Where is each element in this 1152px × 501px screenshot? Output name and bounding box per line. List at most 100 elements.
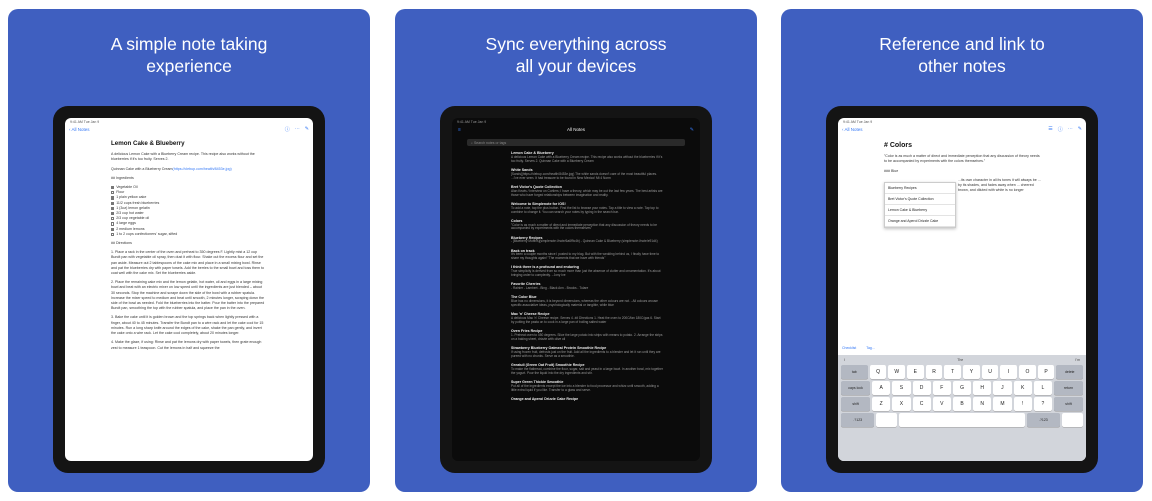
more-icon[interactable]: ⋯ bbox=[1068, 126, 1073, 133]
note-list-item[interactable]: Back on track It's been a couple months s… bbox=[511, 249, 664, 262]
note-list-item[interactable]: Mac 'n' Cheese Recipe A delicious Mac 'n'… bbox=[511, 312, 664, 325]
note-list-item[interactable]: Favorite Cherries - Rainier - Lambert - B… bbox=[511, 282, 664, 291]
checkbox-unchecked[interactable] bbox=[111, 222, 115, 226]
keyboard-suggestion[interactable]: The bbox=[957, 358, 963, 362]
key-123[interactable]: .?123 bbox=[1026, 413, 1061, 427]
new-note-icon[interactable]: ✎ bbox=[305, 126, 309, 133]
note-list-item[interactable]: Orange and Aperol Drizzle Cake Recipe bbox=[511, 397, 664, 402]
key-d[interactable]: D bbox=[912, 381, 931, 395]
space-key[interactable] bbox=[876, 413, 898, 427]
key-[interactable]: ? bbox=[1033, 397, 1052, 411]
back-to-all-notes-button[interactable]: ‹ All Notes bbox=[69, 127, 90, 132]
key-shift[interactable]: shift bbox=[841, 397, 871, 411]
note-list-item-preview: True simplicity is derived from so much … bbox=[511, 269, 661, 278]
key-delete[interactable]: delete bbox=[1056, 365, 1084, 379]
link-suggestion-item[interactable]: Blueberry Recipes bbox=[885, 183, 955, 194]
link-line-prefix: Quinnan Cake with a Blueberry Cream bbox=[111, 166, 173, 171]
image-link[interactable]: (https://clebup.com/health/8453e.jpg) bbox=[173, 167, 232, 171]
key-f[interactable]: F bbox=[932, 381, 951, 395]
key-l[interactable]: L bbox=[1033, 381, 1052, 395]
keyboard-suggestion[interactable]: I bbox=[844, 358, 845, 362]
note-editor[interactable]: Lemon Cake & Blueberry A delicious Lemon… bbox=[111, 140, 266, 355]
checkbox-checked[interactable] bbox=[111, 227, 115, 231]
info-icon[interactable]: ⓘ bbox=[285, 126, 290, 133]
key-m[interactable]: M bbox=[993, 397, 1012, 411]
key-o[interactable]: O bbox=[1019, 365, 1036, 379]
checkbox-checked[interactable] bbox=[111, 186, 115, 190]
link-suggestion-item[interactable]: Bret Victor's Quote Collection bbox=[885, 194, 955, 205]
checkbox-unchecked[interactable] bbox=[111, 217, 115, 221]
directions-heading: ## Directions bbox=[111, 241, 132, 246]
key-123[interactable]: .?123 bbox=[841, 413, 875, 427]
key-shift[interactable]: shift bbox=[1053, 397, 1084, 411]
checkbox-unchecked[interactable] bbox=[111, 232, 115, 237]
key-i[interactable]: I bbox=[1000, 365, 1018, 379]
shortcut-bar-item[interactable]: Tag... bbox=[866, 346, 875, 354]
info-icon[interactable]: ⓘ bbox=[1058, 126, 1063, 133]
key-return[interactable]: return bbox=[1053, 381, 1084, 395]
key-w[interactable]: W bbox=[888, 365, 906, 379]
note-quote: "Color is as much a matter of direct and… bbox=[884, 154, 1040, 164]
note-list-item[interactable]: Bret Victor's Quote Collection Alan Kewis… bbox=[511, 185, 664, 198]
key-j[interactable]: J bbox=[993, 381, 1012, 395]
checkbox-checked[interactable] bbox=[111, 206, 115, 211]
key-e[interactable]: E bbox=[907, 365, 924, 379]
link-suggestion-item[interactable]: Lemon Cake & Blueberry bbox=[885, 205, 955, 216]
key-h[interactable]: H bbox=[973, 381, 992, 395]
back-to-all-notes-button[interactable]: ‹ All Notes bbox=[842, 127, 863, 132]
panel-title: Sync everything across all your devices bbox=[395, 33, 757, 77]
note-list-item[interactable]: Welcome to Simplenote for iOS! To add a n… bbox=[511, 202, 664, 215]
key-k[interactable]: K bbox=[1013, 381, 1032, 395]
key-u[interactable]: U bbox=[981, 365, 999, 379]
key-tab[interactable]: tab bbox=[841, 365, 868, 379]
note-list-item[interactable]: The Color Blue Blue has no dimensions, it… bbox=[511, 295, 664, 308]
note-list-item[interactable]: Colors "Color is as much a matter of dire… bbox=[511, 219, 664, 232]
space-key[interactable] bbox=[899, 413, 1025, 427]
key-q[interactable]: Q bbox=[869, 365, 887, 379]
ingredients-checklist: Vegetable Oil Flour 1 plain yellow cake 11/… bbox=[111, 185, 266, 237]
status-bar: 9:41 AM Tue Jan 9 bbox=[457, 120, 487, 124]
checkbox-unchecked[interactable] bbox=[111, 191, 115, 195]
note-list-item[interactable]: White Sands [Sands](https://clebup.com/he… bbox=[511, 168, 664, 181]
new-note-icon[interactable]: ✎ bbox=[1078, 126, 1082, 133]
key-capslock[interactable]: caps lock bbox=[841, 381, 871, 395]
key-g[interactable]: G bbox=[952, 381, 972, 395]
checkbox-checked[interactable] bbox=[111, 212, 115, 216]
key-s[interactable]: S bbox=[892, 381, 911, 395]
keyboard-suggestion-bar: I The I'm bbox=[838, 355, 1086, 365]
key-b[interactable]: B bbox=[952, 397, 972, 411]
key-v[interactable]: V bbox=[932, 397, 951, 411]
note-list-item[interactable]: Super Green Thickie Smoothie Put all of t… bbox=[511, 380, 664, 393]
checklist-icon[interactable]: ☰ bbox=[1048, 126, 1052, 133]
note-list-item[interactable]: Lemon Cake & Blueberry A delicious Lemon … bbox=[511, 151, 664, 164]
key-p[interactable]: P bbox=[1037, 365, 1055, 379]
key-c[interactable]: C bbox=[912, 397, 931, 411]
key-x[interactable]: X bbox=[892, 397, 911, 411]
space-key[interactable] bbox=[1062, 413, 1083, 427]
more-icon[interactable]: ⋯ bbox=[295, 126, 300, 133]
shortcut-bar-item[interactable]: Checklist bbox=[842, 346, 856, 354]
new-note-icon[interactable]: ✎ bbox=[690, 127, 694, 133]
direction-step: 3. Bake the cake until it is golden brow… bbox=[111, 315, 264, 336]
checkbox-checked[interactable] bbox=[111, 201, 115, 205]
search-input[interactable]: ⌕ Search notes or tags bbox=[467, 139, 685, 146]
note-list-item[interactable]: Greatuli (Green Oat Fruit) Smoothie Reci… bbox=[511, 363, 664, 376]
notes-list: Lemon Cake & Blueberry A delicious Lemon … bbox=[511, 151, 664, 407]
link-suggestion-item[interactable]: Orange and Aperol Drizzle Cake bbox=[885, 216, 955, 227]
note-list-item[interactable]: Oven Fries Recipe 1. Preheat oven to 450 … bbox=[511, 329, 664, 342]
checkbox-checked[interactable] bbox=[111, 196, 115, 200]
note-list-item[interactable]: Strawberry Blueberry Oatmeal Protein Smo… bbox=[511, 346, 664, 359]
note-list-item[interactable]: Blueberry Recipes - [Blueberry Muffins](s… bbox=[511, 236, 664, 245]
ipad-screen: 9:41 AM Tue Jan 9 ≡ All Notes ✎ ⌕ Search… bbox=[452, 118, 700, 461]
key-[interactable]: ! bbox=[1013, 397, 1032, 411]
key-y[interactable]: Y bbox=[963, 365, 980, 379]
key-r[interactable]: R bbox=[925, 365, 943, 379]
status-bar: 9:41 AM Tue Jan 9 bbox=[70, 120, 100, 124]
key-a[interactable]: A bbox=[872, 381, 891, 395]
note-list-item[interactable]: I think there is a profound and enduring… bbox=[511, 266, 664, 278]
key-t[interactable]: T bbox=[944, 365, 962, 379]
keyboard-suggestion[interactable]: I'm bbox=[1075, 358, 1080, 362]
key-z[interactable]: Z bbox=[872, 397, 891, 411]
shortcut-bar: Checklist Tag... bbox=[838, 346, 1086, 354]
key-n[interactable]: N bbox=[973, 397, 992, 411]
